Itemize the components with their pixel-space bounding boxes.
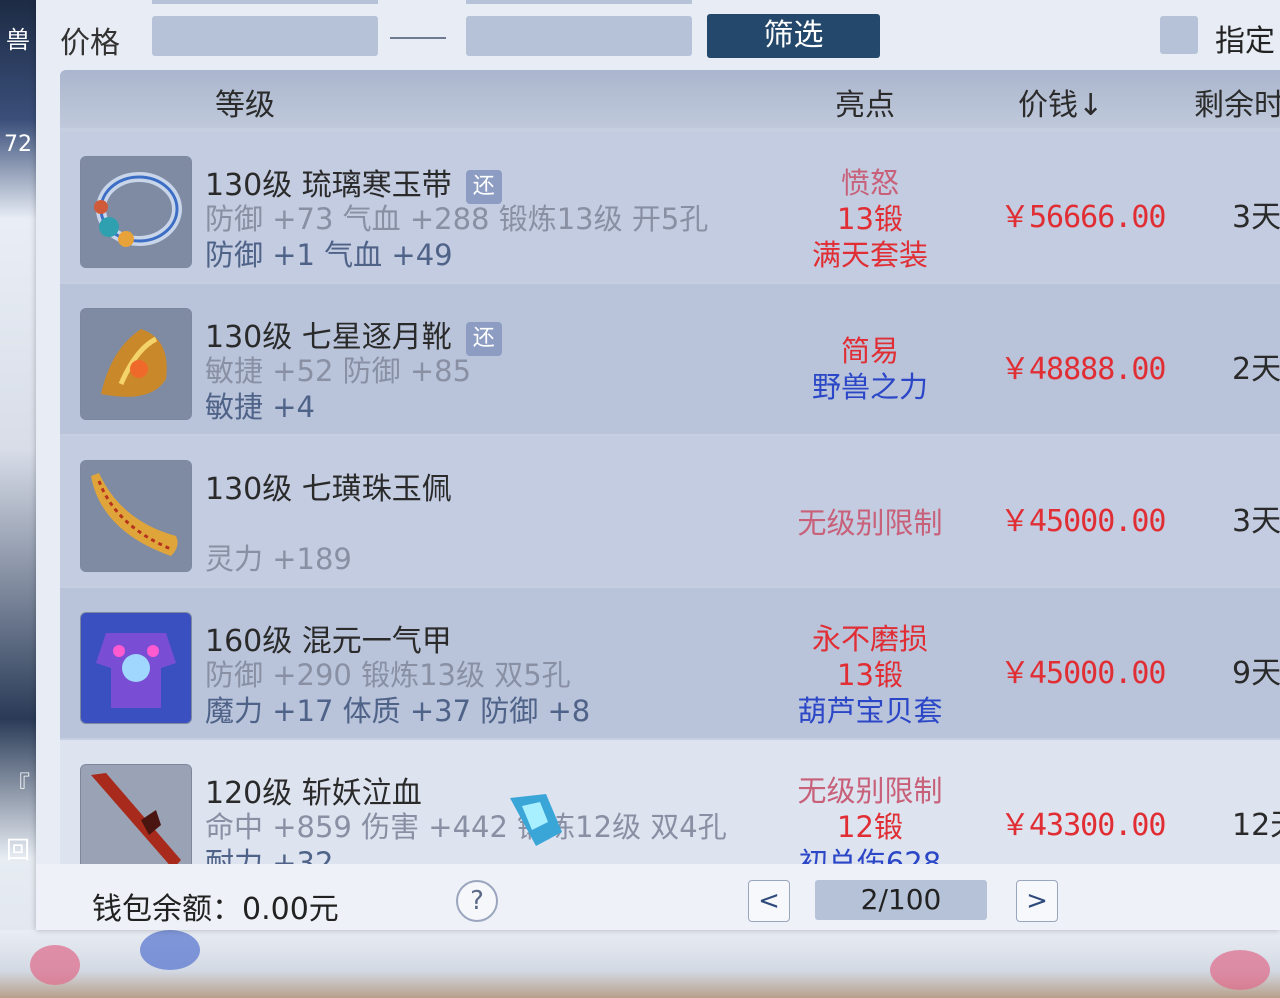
item-bonus-attributes: 魔力 +17 体质 +37 防御 +8 — [205, 694, 591, 728]
item-bonus-attributes: 防御 +1 气血 +49 — [205, 238, 453, 272]
sort-arrow-icon: ↓ — [1078, 88, 1104, 123]
specify-checkbox[interactable] — [1160, 16, 1198, 54]
prev-page-button[interactable]: < — [748, 880, 790, 922]
highlight-line: 初总伤628 — [798, 846, 942, 864]
panel-footer: 钱包余额：0.00元 ? < 2/100 > — [36, 864, 1280, 930]
specify-checkbox-label: 指定 — [1215, 24, 1275, 59]
pendant-icon — [80, 460, 192, 572]
item-price: ￥45000.00 — [1000, 656, 1166, 691]
item-name: 130级 七璜珠玉佩 — [205, 472, 452, 507]
sidebar-glyph: 兽 — [6, 26, 30, 54]
remaining-time: 3天 — [1232, 504, 1280, 539]
table-row[interactable]: 130级 七星逐月靴还 敏捷 +52 防御 +85 敏捷 +4 简易 野兽之力 … — [60, 284, 1280, 434]
sidebar-glyph: 『 — [6, 771, 30, 799]
header-level[interactable]: 等级 — [215, 80, 275, 124]
item-base-attributes: 灵力 +189 — [205, 542, 352, 576]
price-filter-label: 价格 — [60, 26, 120, 61]
armor-icon — [80, 612, 192, 724]
blossom-decoration — [1210, 950, 1270, 990]
item-price: ￥43300.00 — [1000, 808, 1166, 843]
top-input-sliver — [152, 0, 378, 4]
item-price: ￥48888.00 — [1000, 352, 1166, 387]
sidebar-number: 72 — [4, 132, 32, 157]
header-price[interactable]: 价钱↓ — [1018, 80, 1103, 124]
help-icon[interactable]: ? — [456, 880, 498, 922]
highlight-line: 葫芦宝贝套 — [797, 694, 943, 728]
filter-button[interactable]: 筛选 — [707, 14, 880, 58]
highlight-line: 无级别限制 — [797, 506, 943, 540]
item-bonus-attributes: 耐力 +32 — [205, 846, 334, 864]
table-row[interactable]: 130级 琉璃寒玉带还 防御 +73 气血 +288 锻炼13级 开5孔 防御 … — [60, 132, 1280, 282]
min-price-input[interactable] — [152, 16, 378, 56]
remaining-time: 12天 — [1232, 808, 1280, 843]
return-badge[interactable]: 还 — [465, 322, 502, 356]
remaining-time: 3天 — [1232, 200, 1280, 235]
highlight-line: 满天套装 — [811, 238, 928, 272]
item-price: ￥56666.00 — [1000, 200, 1166, 235]
range-separator — [390, 37, 446, 39]
item-price: ￥45000.00 — [1000, 504, 1166, 539]
highlight-line: 野兽之力 — [811, 370, 928, 404]
boots-icon — [80, 308, 192, 420]
header-remaining-time[interactable]: 剩余时 — [1194, 80, 1280, 124]
next-page-button[interactable]: > — [1016, 880, 1058, 922]
max-price-input[interactable] — [466, 16, 692, 56]
table-row[interactable]: 120级 斩妖泣血 命中 +859 伤害 +442 锻炼12级 双4孔 耐力 +… — [60, 740, 1280, 864]
header-price-label: 价钱 — [1018, 88, 1078, 123]
remaining-time: 9天 — [1232, 656, 1280, 691]
cursor-gem-icon — [506, 792, 566, 848]
wallet-balance: 钱包余额：0.00元 — [92, 892, 339, 927]
top-input-sliver — [466, 0, 692, 4]
item-table: 等级 亮点 价钱↓ 剩余时 130级 琉璃寒玉带还 防御 +73 气血 +288… — [60, 70, 1280, 864]
belt-icon — [80, 156, 192, 268]
table-row[interactable]: 160级 混元一气甲 防御 +290 锻炼13级 双5孔 魔力 +17 体质 +… — [60, 588, 1280, 738]
item-bonus-attributes: 敏捷 +4 — [205, 390, 315, 424]
remaining-time: 2天 — [1232, 352, 1280, 387]
blossom-decoration — [30, 945, 80, 985]
header-highlight[interactable]: 亮点 — [835, 80, 895, 124]
market-panel: 价格 筛选 指定 等级 亮点 价钱↓ 剩余时 130级 琉璃寒玉带 还 防御 +… — [36, 0, 1280, 930]
price-filter-row: 价格 筛选 指定 — [36, 0, 1280, 72]
sword-icon — [80, 764, 192, 864]
blossom-decoration — [140, 930, 200, 970]
page-indicator[interactable]: 2/100 — [815, 880, 987, 920]
table-row[interactable]: 130级 七璜珠玉佩 灵力 +189 无级别限制 ￥45000.00 3天 — [60, 436, 1280, 586]
table-header: 等级 亮点 价钱↓ 剩余时 — [60, 70, 1280, 128]
sidebar-glyph: 回 — [6, 836, 30, 864]
